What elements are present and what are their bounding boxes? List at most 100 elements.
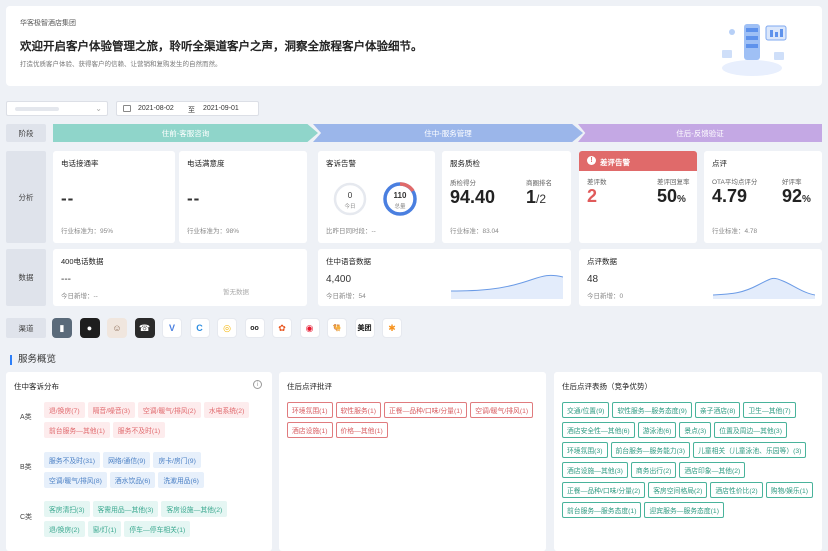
feizhu-icon[interactable]: V	[162, 318, 182, 338]
card-title: 差评告警	[600, 158, 630, 167]
topic-tag[interactable]: 正餐—品种/口味/分量(1)	[384, 402, 468, 418]
today-new: 今日新增：54	[326, 293, 366, 300]
phone-connect-rate-card[interactable]: 电话接通率 -- 行业标准为：95%	[53, 151, 175, 243]
meituan-text-icon[interactable]: 美团	[354, 318, 375, 338]
topic-tag[interactable]: 空调/暖气/排风(8)	[44, 472, 107, 488]
phone-app-icon[interactable]: ▮	[52, 318, 72, 338]
bad-count-value: 2	[587, 186, 598, 206]
card-title: 点评数据	[587, 257, 617, 266]
complaint-alert-card[interactable]: 客诉告警 0 今日 110 总量 比昨日同时段：--	[318, 151, 435, 243]
voice-data-card[interactable]: 住中语音数据 4,400 今日新增：54	[318, 249, 571, 306]
topic-tag[interactable]: 酒店安全性—其他(6)	[562, 422, 635, 438]
topic-tag[interactable]: 正餐—品种/口味/分量(2)	[562, 482, 646, 498]
today-new: 今日新增：--	[61, 293, 98, 300]
topic-tag[interactable]: 位置及周边—其他(3)	[714, 422, 787, 438]
topic-tag[interactable]: 软性服务—服务态度(9)	[612, 402, 692, 418]
topic-tag[interactable]: 景点(3)	[679, 422, 712, 438]
topic-tag[interactable]: 环境氛围(1)	[287, 402, 333, 418]
topic-tag[interactable]: 客房空间格局(2)	[648, 482, 708, 498]
topic-tag[interactable]: 服务不及时(1)	[112, 422, 166, 438]
phone-satisfaction-card[interactable]: 电话满意度 -- 行业标准为：98%	[179, 151, 307, 243]
topic-tag[interactable]: 迎宾服务—服务态度(1)	[644, 502, 724, 518]
tripadvisor-icon[interactable]: oo	[244, 318, 265, 338]
hotel-select[interactable]: ⌄	[6, 101, 108, 116]
welcome-banner: 华客极智酒店集团 欢迎开启客户体验管理之旅，聆听全渠道客户之声，洞察全旅程客户体…	[6, 6, 822, 86]
topic-tag[interactable]: 退/换房(7)	[44, 402, 85, 418]
topic-tag[interactable]: 水电系统(2)	[203, 402, 250, 418]
topic-tag[interactable]: 酒店设施—其他(3)	[562, 462, 628, 478]
topic-tag[interactable]: 前台服务—其他(1)	[44, 422, 110, 438]
topic-tag[interactable]: 商务出行(2)	[630, 462, 677, 478]
good-rate-unit: %	[802, 194, 811, 205]
review-score-card[interactable]: 点评 OTA平均点评分 4.79 好评率 92% 行业标准：4.78	[704, 151, 822, 243]
topic-tag[interactable]: 隔音/噪音(3)	[87, 402, 135, 418]
topic-tag[interactable]: 前台服务—服务态度(1)	[562, 502, 642, 518]
chevron-down-icon: ⌄	[95, 104, 102, 113]
service-quality-card[interactable]: 服务质检 质检得分 94.40 商圈排名 1/2 行业标准：83.04	[442, 151, 571, 243]
category-a-label: A类	[20, 414, 32, 421]
desk-phone-icon[interactable]: ☎	[134, 318, 155, 338]
topic-tag[interactable]: 酒店印象—其他(2)	[679, 462, 746, 478]
row-label-analysis: 分析	[6, 151, 46, 243]
topic-tag[interactable]: 服务不及时(31)	[44, 452, 101, 468]
topic-tag[interactable]: 酒店设施(1)	[287, 422, 333, 438]
meituan-icon[interactable]: ◎	[217, 318, 237, 338]
quality-score-value: 94.40	[450, 187, 496, 207]
card-title: 住中语音数据	[326, 257, 371, 266]
review-data-card[interactable]: 点评数据 48 今日新增：0	[579, 249, 822, 306]
dianping-icon[interactable]: ✿	[272, 318, 292, 338]
tongcheng-icon[interactable]: C	[189, 318, 210, 338]
topic-tag[interactable]: 价格—其他(1)	[335, 422, 388, 438]
total-label: 总量	[394, 204, 406, 210]
voice-trend-sparkline	[451, 274, 563, 299]
topic-tag[interactable]: 环境氛围(3)	[562, 442, 608, 458]
topic-tag[interactable]: 前台服务—服务能力(3)	[610, 442, 690, 458]
topic-tag[interactable]: 空调/暖气/排风(1)	[470, 402, 534, 418]
topic-tag[interactable]: 游泳池(6)	[637, 422, 677, 438]
topic-tag[interactable]: 房卡/房门(9)	[153, 452, 201, 468]
row-label-channel: 渠道	[6, 318, 46, 338]
topic-tag[interactable]: 空调/暖气/排风(2)	[137, 402, 201, 418]
good-rate: 92%	[782, 186, 811, 207]
industry-standard: 行业标准：83.04	[450, 228, 499, 235]
stage-pre-stay[interactable]: 住前-客服咨询	[53, 124, 318, 142]
date-from[interactable]: 2021-08-02	[138, 105, 174, 112]
bad-review-alert-card[interactable]: ! 差评告警 差评数 2 差评回复率 50%	[579, 151, 697, 243]
today-label: 今日	[344, 204, 356, 210]
topic-tag[interactable]: 客需用品—其他(3)	[92, 501, 159, 517]
person-icon[interactable]: ✱	[382, 318, 402, 338]
date-range-picker[interactable]: 2021-08-02 至 2021-09-01	[116, 101, 259, 116]
topic-tag[interactable]: 窗/灯(1)	[87, 521, 122, 537]
info-icon[interactable]: i	[253, 380, 262, 389]
topic-tag[interactable]: 停车—停车相关(1)	[124, 521, 191, 537]
topic-tag[interactable]: 卫生—其他(7)	[743, 402, 796, 418]
category-c-tags: 客房清扫(3) 客需用品—其他(3) 客房设施—其他(2) 退/换房(2) 窗/灯(1)…	[44, 501, 264, 541]
category-b-tags: 服务不及时(31) 网络/通信(9) 房卡/房门(9) 空调/暖气/排风(8) 酒水饮品…	[44, 452, 264, 492]
topic-tag[interactable]: 购物/娱乐(1)	[765, 482, 814, 498]
topic-tag[interactable]: 交通/位置(9)	[562, 402, 610, 418]
phone400-data-card[interactable]: 400电话数据 --- 暂无数据 今日新增：--	[53, 249, 307, 306]
qunar-icon[interactable]: 🐫	[327, 318, 347, 338]
stage-in-stay[interactable]: 住中-服务管理	[313, 124, 583, 142]
stage-post-stay[interactable]: 住后-反馈验证	[578, 124, 822, 142]
topic-tag[interactable]: 网络/通信(9)	[103, 452, 151, 468]
complaint-distribution-panel: 住中客诉分布 i A类 B类 C类 退/换房(7) 隔音/噪音(3) 空调/暖气/排…	[6, 372, 272, 551]
topic-tag[interactable]: 退/换房(2)	[44, 521, 85, 537]
topic-tag[interactable]: 客房设施—其他(2)	[161, 501, 228, 517]
topic-tag[interactable]: 软性服务(1)	[335, 402, 381, 418]
topic-tag[interactable]: 洗漱用品(6)	[158, 472, 204, 488]
topic-tag[interactable]: 亲子酒店(8)	[694, 402, 741, 418]
topic-tag[interactable]: 酒店性价比(2)	[710, 482, 763, 498]
row-label-data: 数据	[6, 249, 46, 306]
speaker-icon[interactable]: ●	[79, 318, 100, 338]
date-separator: 至	[188, 107, 195, 114]
topic-tag[interactable]: 酒水饮品(6)	[109, 472, 156, 488]
phone-satisfaction-value: --	[187, 189, 201, 208]
topic-tag[interactable]: 儿童相关（儿童泳池、乐园等）(3)	[692, 442, 807, 458]
weibo-icon[interactable]: ◉	[299, 318, 320, 338]
date-to[interactable]: 2021-09-01	[203, 105, 239, 112]
topic-tag[interactable]: 客房清扫(3)	[44, 501, 90, 517]
calendar-icon	[123, 105, 131, 112]
agent-avatar-icon[interactable]: ☺	[107, 318, 127, 338]
category-c-label: C类	[20, 514, 33, 521]
